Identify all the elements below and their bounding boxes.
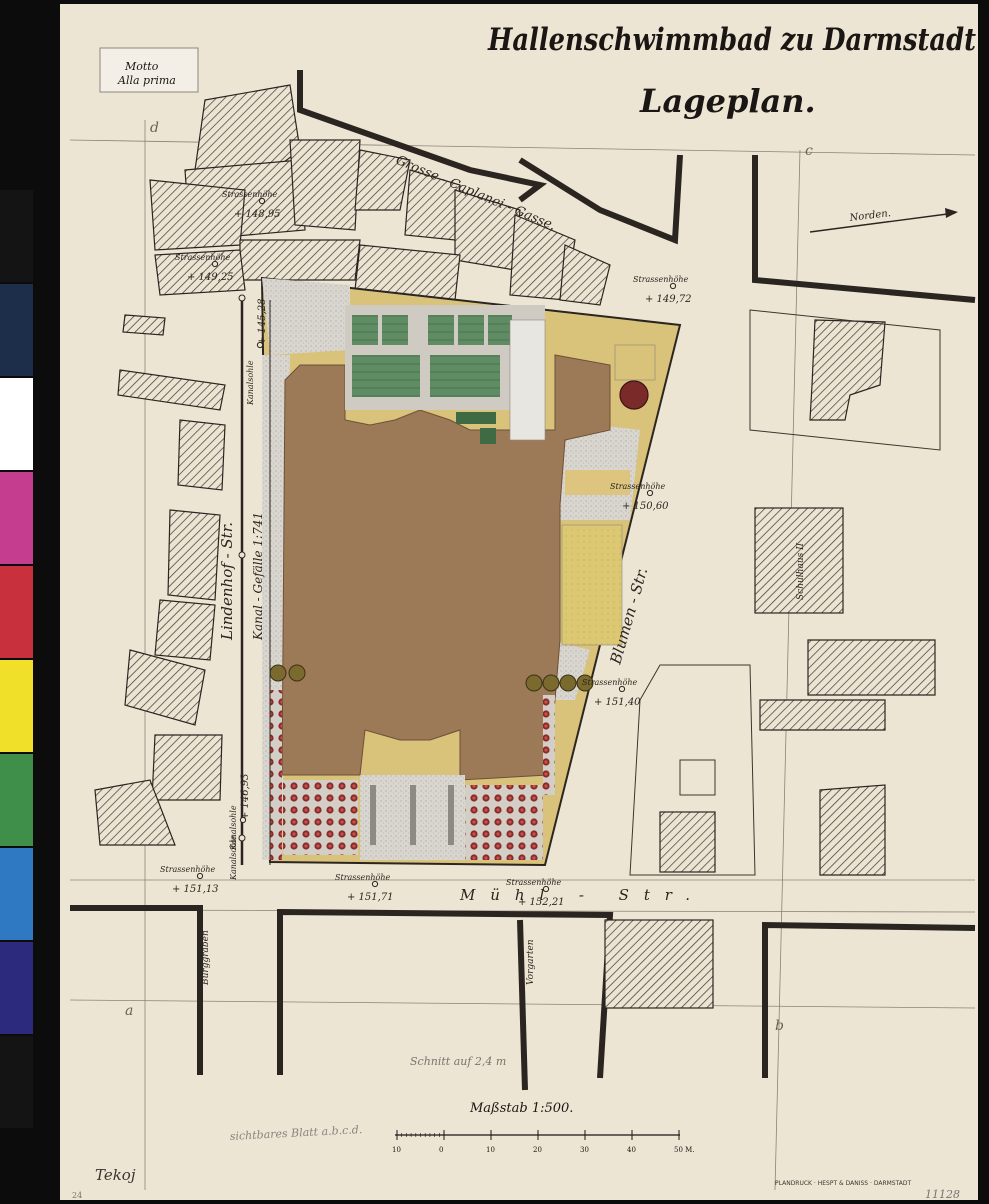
elevation-label: Strassenhöhe [222, 190, 278, 199]
elevation-label: Kanalsohle [229, 835, 238, 881]
elevation-value: + 148,95 [234, 209, 281, 220]
section-mark-c: c [805, 143, 813, 159]
elevation-value: + 145,28 [257, 298, 268, 345]
section-mark-b: b [775, 1018, 784, 1034]
scale-tick-label: 10 [486, 1146, 495, 1154]
elevation-label: Kanalsohle [246, 360, 255, 406]
annotation-schnitt: Schnitt auf 2,4 m [410, 1055, 506, 1068]
section-mark-d: d [150, 120, 159, 136]
svg-text:Motto: Motto [124, 60, 159, 73]
street-burggraben: Burggraben [201, 930, 211, 986]
elevation-value: + 151,40 [594, 697, 641, 708]
calibration-swatch [0, 660, 33, 752]
street-lindenhof: Lindenhof - Str. [218, 522, 236, 641]
section-mark-a: a [125, 1003, 133, 1019]
elevation-value: + 151,13 [172, 884, 219, 895]
elevation-value: + 151,71 [347, 892, 394, 903]
calibration-swatch [0, 754, 33, 846]
street-vorgarten: Vorgarten [526, 939, 536, 985]
calibration-swatch [0, 566, 33, 658]
calibration-swatch [0, 848, 33, 940]
archive-number: 11128 [925, 1188, 960, 1200]
corner-mark: 24 [72, 1191, 82, 1200]
scale-tick-label: 0 [439, 1146, 443, 1154]
schulhaus-label: Schulhaus II [796, 542, 806, 600]
calibration-swatch [0, 472, 33, 564]
street-canal: Kanal - Gefälle 1:741 [251, 512, 265, 641]
plan-subtitle: Lageplan. [639, 82, 816, 120]
scale-tick-label: 10 [392, 1146, 401, 1154]
elevation-label: Strassenhöhe [160, 865, 216, 874]
plan-title: Hallenschwimmbad zu Darmstadt [487, 22, 976, 58]
scale-title: Maßstab 1:500. [469, 1101, 573, 1116]
map-sheet: Norden. Hallenschwimmbad zu Darmstadt La… [0, 0, 989, 1201]
elevation-value: + 149,72 [645, 294, 692, 305]
signature: Tekoj [95, 1166, 136, 1184]
calibration-swatch [0, 942, 33, 1034]
printer-imprint: PLANDRUCK · HESPT & DANISS · DARMSTADT [775, 1180, 912, 1187]
elevation-value: + 146,93 [240, 773, 251, 820]
scale-tick-label: 30 [580, 1146, 589, 1154]
scale-tick-label: 50 M. [674, 1146, 695, 1154]
elevation-label: Strassenhöhe [633, 275, 689, 284]
svg-text:Alla prima: Alla prima [117, 74, 176, 87]
elevation-label: Strassenhöhe [335, 873, 391, 882]
elevation-label: Strassenhöhe [175, 253, 231, 262]
elevation-value: + 150,60 [622, 501, 669, 512]
calibration-swatch [0, 284, 33, 376]
elevation-label: Strassenhöhe [610, 482, 666, 491]
motto-card: Motto Alla prima [99, 47, 199, 93]
fountain [619, 380, 649, 410]
elevation-label: Strassenhöhe [582, 678, 638, 687]
elevation-value: + 152,21 [518, 897, 565, 908]
calibration-swatch [0, 378, 33, 470]
calibration-swatch [0, 190, 33, 282]
scale-tick-label: 40 [627, 1146, 636, 1154]
rose-bed-right [465, 785, 543, 860]
calibration-swatch [0, 1036, 33, 1128]
rose-bed-left [283, 780, 358, 855]
elevation-value: + 149,25 [187, 272, 234, 283]
scale-tick-label: 20 [533, 1146, 542, 1154]
elevation-label: Strassenhöhe [506, 878, 562, 887]
